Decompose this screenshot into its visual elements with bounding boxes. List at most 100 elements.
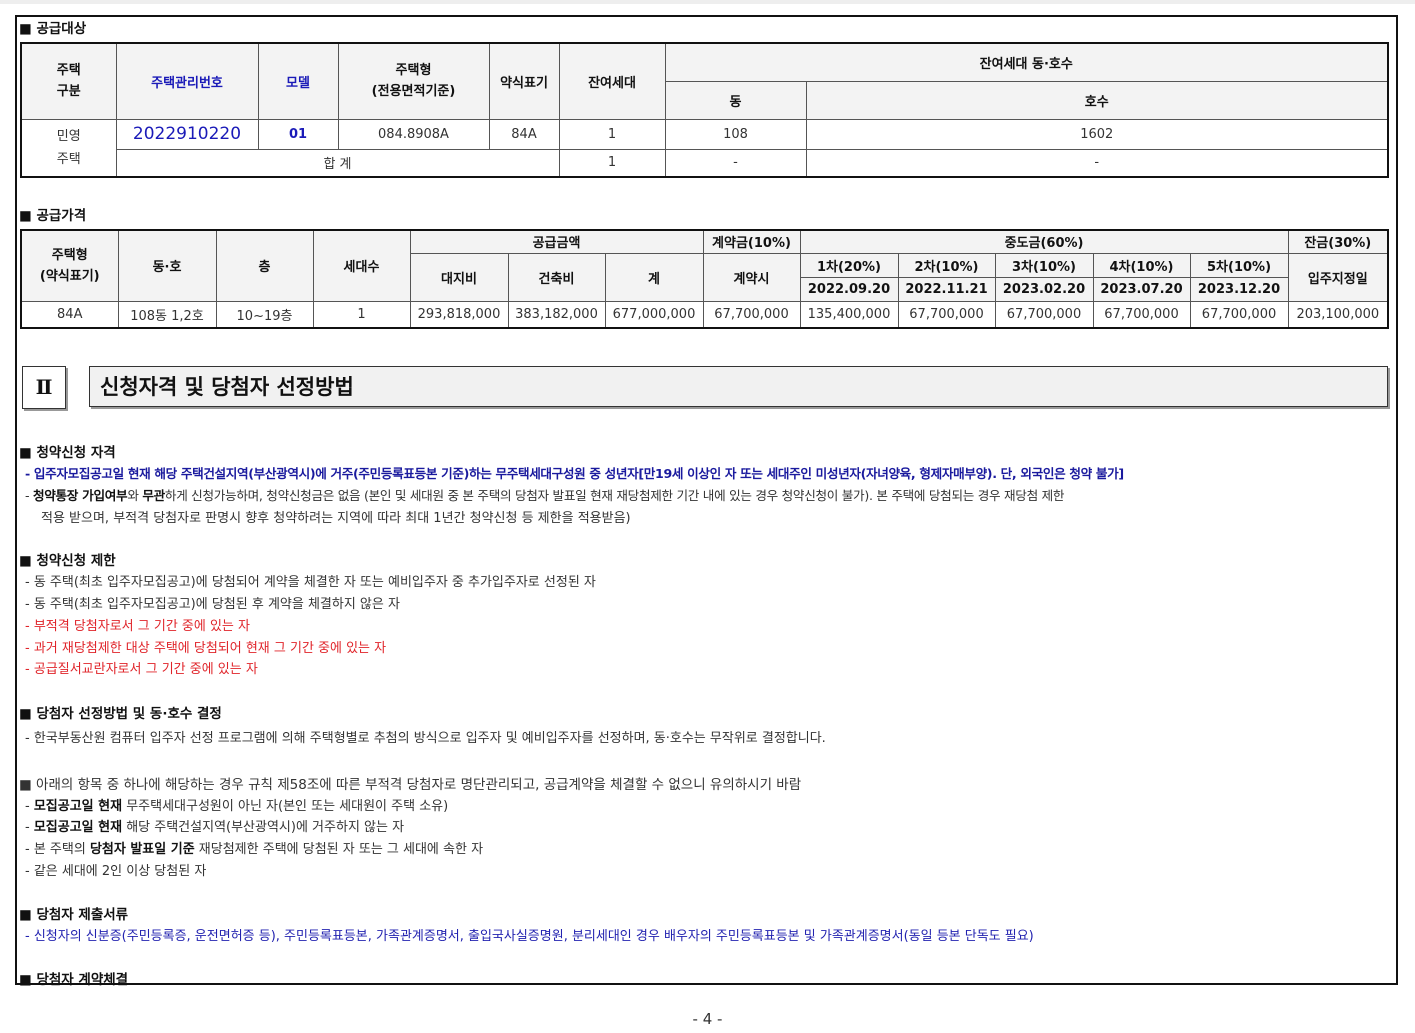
qualification-heading: ■ 청약신청 자격 bbox=[19, 445, 116, 461]
total-ho: - bbox=[805, 148, 1389, 178]
price-header-households: 세대수 bbox=[312, 229, 411, 302]
restriction-line: - 동 주택(최초 입주자모집공고)에 당첨된 후 계약을 체결하지 않은 자 bbox=[25, 597, 400, 612]
top-bar bbox=[0, 0, 1415, 4]
supply-price-heading: ■ 공급가격 bbox=[19, 208, 87, 224]
price-header-deposit-when: 계약시 bbox=[702, 252, 801, 302]
total-remaining: 1 bbox=[558, 148, 666, 178]
warning-line-3-prefix: - 본 주택의 bbox=[25, 842, 90, 857]
selection-heading: ■ 당첨자 선정방법 및 동·호수 결정 bbox=[19, 706, 222, 722]
price-header-supply-amount: 공급금액 bbox=[409, 229, 704, 254]
qualification-line-2-bold-1: 청약통장 가입여부 bbox=[32, 488, 128, 503]
price-header-land: 대지비 bbox=[409, 252, 509, 302]
warning-line-2-text: 해당 주택건설지역(부산광역시)에 거주하지 않는 자 bbox=[122, 820, 405, 835]
header-model: 모델 bbox=[257, 42, 339, 120]
price-header-floor: 층 bbox=[215, 229, 314, 302]
qualification-line-2-bold-2: 무관 bbox=[142, 488, 165, 503]
installment-1-date: 2022.09.20 bbox=[799, 276, 899, 302]
installment-4-label: 4차(10%) bbox=[1092, 252, 1191, 278]
price-header-building: 건축비 bbox=[507, 252, 606, 302]
price-header-dongho: 동·호 bbox=[117, 229, 217, 302]
supply-target-heading: ■ 공급대상 bbox=[19, 21, 87, 37]
price-cell-unit-type: 84A bbox=[20, 300, 119, 329]
installment-3-date: 2023.02.20 bbox=[994, 276, 1094, 302]
header-ho: 호수 bbox=[805, 80, 1389, 120]
page-number: - 4 - bbox=[692, 1010, 723, 1028]
qualification-line-2-prefix: - bbox=[25, 488, 33, 503]
header-house-type: 주택 구분 bbox=[20, 42, 117, 120]
qualification-line-2-text-2: 하게 신청가능하며, 청약신청금은 없음 (본인 및 세대원 중 본 주택의 당… bbox=[164, 488, 1065, 503]
price-header-middle: 중도금(60%) bbox=[799, 229, 1289, 254]
selection-line: - 한국부동산원 컴퓨터 입주자 선정 프로그램에 의해 주택형별로 추첨의 방… bbox=[25, 731, 826, 746]
cell-dong: 108 bbox=[664, 118, 807, 150]
price-cell-dongho: 108동 1,2호 bbox=[117, 300, 217, 329]
header-mgmt-no: 주택관리번호 bbox=[115, 42, 259, 120]
price-cell-installment-5: 67,700,000 bbox=[1189, 300, 1289, 329]
header-unit-type: 주택형 (전용면적기준) bbox=[337, 42, 490, 120]
price-cell-deposit: 67,700,000 bbox=[702, 300, 801, 329]
installment-2-date: 2022.11.21 bbox=[897, 276, 996, 302]
total-label: 합 계 bbox=[115, 148, 560, 178]
restriction-red-line: - 부적격 당첨자로서 그 기간 중에 있는 자 bbox=[25, 619, 250, 634]
cell-unit-type: 084.8908A bbox=[337, 118, 490, 150]
cell-model: 01 bbox=[257, 118, 339, 150]
total-dong: - bbox=[664, 148, 807, 178]
supply-price-table: 주택형 (약식표기) 동·호 층 세대수 공급금액 계약금(10%) 중도금(6… bbox=[20, 229, 1390, 329]
price-cell-installment-3: 67,700,000 bbox=[994, 300, 1094, 329]
cell-remaining: 1 bbox=[558, 118, 666, 150]
cell-mgmt-no: 2022910220 bbox=[115, 118, 259, 150]
qualification-line-3: 적용 받으며, 부적격 당첨자로 판명시 향후 청약하려는 지역에 따라 최대 … bbox=[41, 511, 631, 526]
installment-3-label: 3차(10%) bbox=[994, 252, 1094, 278]
price-header-unit-type: 주택형 (약식표기) bbox=[20, 229, 119, 302]
price-header-balance: 잔금(30%) bbox=[1287, 229, 1389, 254]
warning-line-3-bold: 당첨자 발표일 기준 bbox=[89, 842, 195, 857]
contract-heading: ■ 당첨자 계약체결 bbox=[19, 972, 129, 988]
restriction-heading: ■ 청약신청 제한 bbox=[19, 553, 116, 569]
price-cell-sum: 677,000,000 bbox=[604, 300, 704, 329]
documents-heading: ■ 당첨자 제출서류 bbox=[19, 907, 129, 923]
header-remaining: 잔여세대 bbox=[558, 42, 666, 120]
price-cell-installment-2: 67,700,000 bbox=[897, 300, 996, 329]
price-cell-households: 1 bbox=[312, 300, 411, 329]
price-cell-balance: 203,100,000 bbox=[1287, 300, 1389, 329]
qualification-line-1: - 입주자모집공고일 현재 해당 주택건설지역(부산광역시)에 거주(주민등록표… bbox=[25, 466, 1124, 481]
price-cell-building: 383,182,000 bbox=[507, 300, 606, 329]
warning-line-1: - 모집공고일 현재 무주택세대구성원이 아닌 자(본인 또는 세대원이 주택 … bbox=[25, 795, 448, 814]
warning-line-1-bold: 모집공고일 현재 bbox=[33, 799, 123, 814]
chapter-title: 신청자격 및 당첨자 선정방법 bbox=[89, 366, 1388, 407]
installment-4-date: 2023.07.20 bbox=[1092, 276, 1191, 302]
price-cell-installment-1: 135,400,000 bbox=[799, 300, 899, 329]
price-cell-installment-4: 67,700,000 bbox=[1092, 300, 1191, 329]
qualification-line-2: - 청약통장 가입여부와 무관하게 신청가능하며, 청약신청금은 없음 (본인 … bbox=[25, 485, 1064, 504]
warning-line-4: - 같은 세대에 2인 이상 당첨된 자 bbox=[25, 864, 207, 879]
cell-house-type: 민영 주택 bbox=[20, 118, 117, 178]
price-cell-floor: 10~19층 bbox=[215, 300, 314, 329]
header-dong: 동 bbox=[664, 80, 807, 120]
supply-target-table: 주택 구분 주택관리번호 모델 주택형 (전용면적기준) 약식표기 잔여세대 잔… bbox=[20, 42, 1389, 178]
price-header-sum: 계 bbox=[604, 252, 704, 302]
header-short: 약식표기 bbox=[488, 42, 560, 120]
warning-line-2-prefix: - bbox=[25, 820, 34, 835]
warning-line-3: - 본 주택의 당첨자 발표일 기준 재당첨제한 주택에 당첨된 자 또는 그 … bbox=[25, 838, 483, 857]
price-cell-land: 293,818,000 bbox=[409, 300, 509, 329]
header-remaining-unit: 잔여세대 동·호수 bbox=[664, 42, 1389, 82]
restriction-red-line: - 공급질서교란자로서 그 기간 중에 있는 자 bbox=[25, 662, 258, 677]
documents-line: - 신청자의 신분증(주민등록증, 운전면허증 등), 주민등록표등본, 가족관… bbox=[25, 929, 1034, 944]
warning-heading: ■ 아래의 항목 중 하나에 해당하는 경우 규칙 제58조에 따른 부적격 당… bbox=[19, 777, 802, 793]
installment-2-label: 2차(10%) bbox=[897, 252, 996, 278]
chapter-number: Ⅱ bbox=[22, 366, 66, 409]
restriction-red-line: - 과거 재당첨제한 대상 주택에 당첨되어 현재 그 기간 중에 있는 자 bbox=[25, 641, 387, 656]
cell-short: 84A bbox=[488, 118, 560, 150]
installment-1-label: 1차(20%) bbox=[799, 252, 899, 278]
warning-line-3-text: 재당첨제한 주택에 당첨된 자 또는 그 세대에 속한 자 bbox=[194, 842, 484, 857]
warning-line-1-prefix: - bbox=[25, 799, 34, 814]
warning-line-2: - 모집공고일 현재 해당 주택건설지역(부산광역시)에 거주하지 않는 자 bbox=[25, 816, 404, 835]
warning-line-2-bold: 모집공고일 현재 bbox=[33, 820, 123, 835]
price-header-balance-when: 입주지정일 bbox=[1287, 252, 1389, 302]
installment-5-date: 2023.12.20 bbox=[1189, 276, 1289, 302]
restriction-line: - 동 주택(최초 입주자모집공고)에 당첨되어 계약을 체결한 자 또는 예비… bbox=[25, 575, 596, 590]
price-header-deposit: 계약금(10%) bbox=[702, 229, 801, 254]
installment-5-label: 5차(10%) bbox=[1189, 252, 1289, 278]
warning-line-1-text: 무주택세대구성원이 아닌 자(본인 또는 세대원이 주택 소유) bbox=[122, 799, 449, 814]
cell-ho: 1602 bbox=[805, 118, 1389, 150]
qualification-line-2-text-1: 와 bbox=[127, 488, 143, 503]
